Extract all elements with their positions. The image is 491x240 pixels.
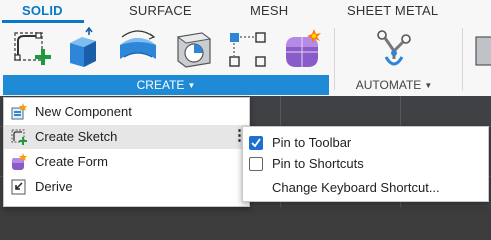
menu-item-derive[interactable]: Derive — [4, 175, 249, 199]
menu-item-label: New Component — [35, 104, 132, 119]
cube-icon — [475, 36, 491, 66]
create-form-icon — [10, 153, 28, 171]
extrude-tool-button[interactable] — [62, 27, 106, 71]
menu-item-label: Derive — [35, 179, 73, 194]
active-tab-indicator — [2, 20, 84, 23]
change-keyboard-shortcut-option[interactable]: Change Keyboard Shortcut... — [243, 177, 488, 199]
pin-to-toolbar-option[interactable]: Pin to Toolbar — [243, 132, 488, 154]
new-component-icon — [10, 103, 28, 121]
create-label: CREATE — [136, 78, 185, 92]
automate-dropdown-button[interactable]: AUTOMATE ▼ — [338, 78, 450, 92]
tab-sheet-metal[interactable]: SHEET METAL — [347, 3, 438, 18]
form-icon — [286, 29, 321, 67]
pin-to-shortcuts-option[interactable]: Pin to Shortcuts — [243, 153, 488, 175]
pattern-tool-button[interactable] — [226, 27, 270, 71]
automate-tool-button[interactable] — [372, 27, 416, 71]
tab-solid[interactable]: SOLID — [22, 3, 63, 18]
hole-icon — [176, 32, 212, 68]
menu-item-create-sketch[interactable]: Create Sketch ⋮ — [4, 125, 249, 149]
menu-item-label: Create Form — [35, 154, 108, 169]
ribbon-separator — [334, 28, 335, 90]
menu-item-label: Create Sketch — [35, 129, 118, 144]
create-dropdown-button[interactable]: CREATE ▼ — [3, 75, 329, 95]
pattern-icon — [229, 32, 266, 67]
tab-mesh[interactable]: MESH — [250, 3, 288, 18]
change-keyboard-shortcut-label: Change Keyboard Shortcut... — [272, 180, 440, 195]
create-dropdown-menu: New Component Create Sketch ⋮ Create For… — [3, 97, 250, 207]
automate-label: AUTOMATE — [355, 78, 422, 92]
create-sketch-icon — [14, 32, 51, 65]
caret-down-icon: ▼ — [424, 81, 433, 90]
workspace-tabs: SOLID SURFACE MESH SHEET METAL — [0, 0, 491, 23]
revolve-tool-button[interactable] — [116, 27, 160, 71]
form-tool-button[interactable] — [280, 27, 324, 71]
pin-to-shortcuts-label: Pin to Shortcuts — [272, 156, 364, 171]
next-tool-button[interactable] — [470, 27, 491, 71]
ribbon-separator — [462, 28, 463, 90]
revolve-icon — [120, 30, 156, 59]
create-sketch-tool-button[interactable] — [10, 27, 54, 71]
menu-item-new-component[interactable]: New Component — [4, 100, 249, 124]
automate-icon — [377, 30, 411, 66]
menu-item-create-form[interactable]: Create Form — [4, 150, 249, 174]
tab-surface[interactable]: SURFACE — [129, 3, 192, 18]
create-sketch-icon — [10, 128, 28, 146]
pin-to-toolbar-checkbox[interactable] — [249, 136, 263, 150]
pin-to-shortcuts-checkbox[interactable] — [249, 157, 263, 171]
toolbar-ribbon: SOLID SURFACE MESH SHEET METAL CREATE ▼ … — [0, 0, 491, 96]
derive-icon — [10, 178, 28, 196]
checkmark-icon — [251, 138, 261, 148]
hole-tool-button[interactable] — [172, 27, 216, 71]
caret-down-icon: ▼ — [187, 81, 196, 90]
extrude-icon — [70, 27, 96, 67]
pin-to-toolbar-label: Pin to Toolbar — [272, 135, 352, 150]
create-sketch-options-menu: Pin to Toolbar Pin to Shortcuts Change K… — [242, 126, 489, 202]
